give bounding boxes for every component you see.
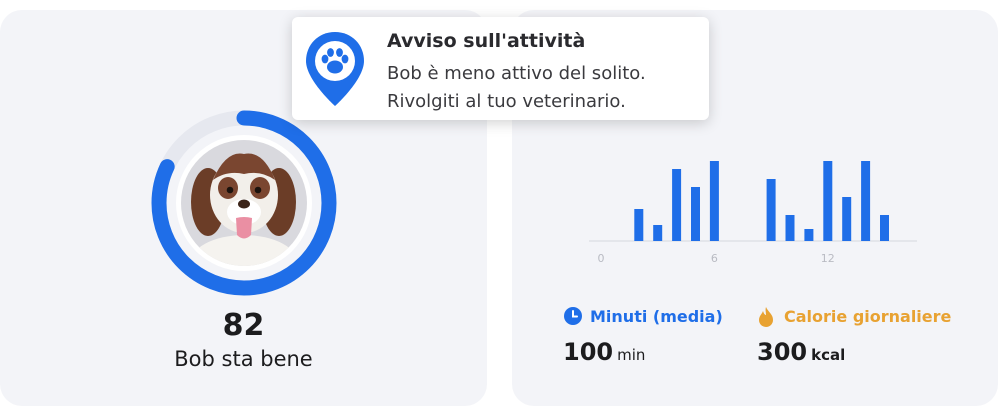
chart-bar: [653, 225, 663, 241]
notification-advice: Rivolgiti al tuo veterinario.: [387, 91, 626, 112]
chart-bar: [709, 161, 719, 241]
chart-bar: [691, 187, 700, 241]
paw-location-pin-icon: [306, 32, 364, 106]
chart-tick-label: 0: [598, 252, 605, 265]
activity-alert-notification[interactable]: Avviso sull'attività Bob è meno attivo d…: [292, 17, 709, 120]
chart-bar: [880, 215, 889, 241]
clock-icon: [564, 307, 582, 325]
minutes-unit: min: [617, 346, 646, 364]
notification-title: Avviso sull'attività: [387, 30, 586, 52]
chart-bar: [785, 215, 795, 241]
chart-tick-label: 12: [821, 252, 835, 265]
calories-label: Calorie giornaliere: [784, 307, 952, 326]
chart-bar: [804, 229, 814, 241]
pet-avatar: [181, 140, 307, 266]
chart-tick-label: 6: [711, 252, 718, 265]
chart-bar: [842, 197, 852, 241]
chart-bar: [634, 209, 644, 241]
activity-dashboard: 82 Bob sta bene 0 6 12 Minuti (media) 100 m…: [0, 0, 1000, 408]
chart-bar: [861, 161, 871, 241]
minutes-label: Minuti (media): [590, 307, 723, 326]
pet-status: Bob sta bene: [174, 347, 313, 371]
chart-bar: [672, 169, 682, 241]
minutes-number: 100: [563, 338, 614, 366]
calories-number: 300: [757, 338, 808, 366]
flame-icon: [759, 307, 773, 327]
calories-value: 300 kcal: [757, 338, 845, 366]
chart-bar: [823, 161, 833, 241]
calories-unit: kcal: [811, 346, 846, 364]
activity-score: 82: [222, 308, 265, 343]
minutes-value: 100 min: [563, 338, 645, 366]
chart-bar: [766, 179, 776, 241]
notification-message: Bob è meno attivo del solito.: [387, 63, 646, 84]
